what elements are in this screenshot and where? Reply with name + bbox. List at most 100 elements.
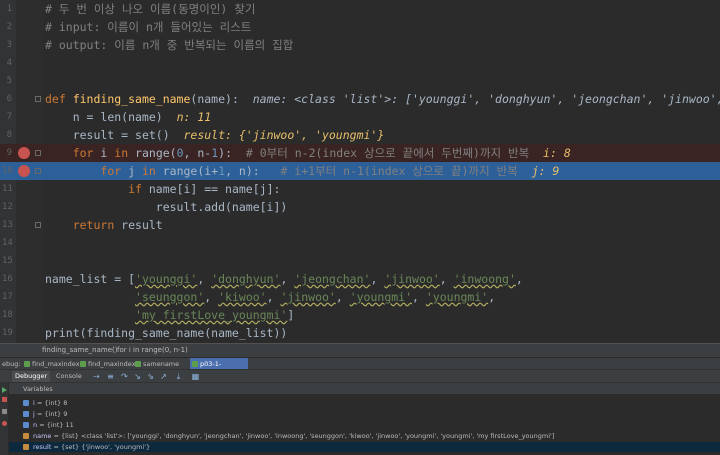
code-line[interactable]: 15 [0,252,720,270]
variable-row[interactable]: n = {int} 11 [9,420,720,430]
variable-row[interactable]: j = {int} 9 [9,409,720,419]
code-token: name[i] == name[j]: [148,182,281,196]
code-token: n = [45,110,101,124]
code-line[interactable]: 12 result.add(name[i]) [0,198,720,216]
code-token: ): [218,146,246,160]
fold-marker-icon[interactable] [35,96,41,102]
code-token: # i+1부터 n-1(index 상으로 끝)까지 반복 [280,164,532,178]
fold-marker-icon[interactable] [35,168,41,174]
line-number: 5 [6,76,12,86]
code-line[interactable]: 6 def finding_same_name(name): name: <cla… [0,90,720,108]
line-number: 9 [6,148,12,158]
step-over-icon[interactable]: ↷ [120,372,129,381]
code-text: n = len(name) n: 11 [45,108,212,126]
code-line[interactable]: 19 print(finding_same_name(name_list)) [0,324,720,342]
code-token: , n): [225,164,281,178]
variable-entry: name = {list} <class 'list'>: ['younggi'… [33,431,554,441]
code-token: , [370,272,385,286]
variable-icon [23,422,29,428]
evaluate-expression-icon[interactable]: ▦ [191,372,200,381]
stop-icon[interactable] [2,397,7,402]
code-line[interactable]: 14 [0,234,720,252]
variable-row[interactable]: name = {list} <class 'list'>: ['younggi'… [9,431,720,441]
code-line[interactable]: 11 if name[i] == name[j]: [0,180,720,198]
settings-icon[interactable] [2,409,7,414]
code-token: len(name) [100,110,177,124]
console-arrow-icon[interactable]: ⇢ [92,372,101,381]
code-token: name_list = [ [45,272,136,286]
code-line[interactable]: 9 for i in range(0, n-1): # 0부터 n-2(inde… [0,144,720,162]
code-text: for j in range(i+1, n): # i+1부터 n-1(inde… [45,162,559,180]
code-token: i [100,146,115,160]
line-number: 11 [2,184,13,194]
code-token: , [412,290,426,304]
code-token: , [335,290,350,304]
code-token: ] [287,308,295,322]
resume-icon[interactable] [2,387,7,393]
code-token: in [114,146,136,160]
view-breakpoints-icon[interactable] [2,421,7,426]
run-to-cursor-icon[interactable]: ⤓ [174,372,183,381]
code-token: j [128,164,142,178]
code-line[interactable]: 5 [0,72,720,90]
code-token: # 0부터 n-2(index 상으로 끝에서 두번째)까지 반복 [245,146,544,160]
variable-icon [23,400,29,406]
code-token: 0 [176,146,184,160]
tab-debugger[interactable]: Debugger [12,371,51,382]
code-token: result [121,218,163,232]
variables-header: Variables [9,382,720,394]
code-line[interactable]: 16 name_list = ['younggi', 'donghyun', 'j… [0,270,720,288]
show-execution-point-icon[interactable]: ≡ [106,372,115,381]
fold-marker-icon[interactable] [35,150,41,156]
code-line[interactable]: 3 # output: 이름 n개 중 반복되는 이름의 집합 [0,36,720,54]
code-token: result.add(name[i]) [45,200,288,214]
code-token: , [204,290,219,304]
step-into-icon[interactable]: ↘ [133,372,142,381]
code-line[interactable]: 7 n = len(name) n: 11 [0,108,720,126]
code-token: name: <class 'list'>: ['younggi', 'dongh… [252,92,720,106]
code-token: # 두 번 이상 나오 이름(동명이인) 찾기 [45,2,256,16]
variable-value: = {int} 8 [36,399,68,407]
code-token: 'seunggon' [135,290,205,304]
code-text: # 두 번 이상 나오 이름(동명이인) 찾기 [45,0,255,18]
code-token: , [266,290,281,304]
code-line[interactable]: 8 result = set() result: {'jinwoo', 'you… [0,126,720,144]
code-editor[interactable]: 1 # 두 번 이상 나오 이름(동명이인) 찾기 2 # input: 이름이 n개… [0,0,720,343]
breadcrumb-loop[interactable]: for i in range(0, n-1) [117,346,188,354]
breadcrumb-function[interactable]: finding_same_name() [42,346,118,354]
variable-entry: result = {set} {'jinwoo', 'youngmi'} [33,442,150,452]
code-token: return [72,218,122,232]
tab-console[interactable]: Console [53,371,85,382]
fold-marker-icon[interactable] [35,222,41,228]
variables-tree[interactable]: i = {int} 8j = {int} 9n = {int} 11 name =… [9,394,720,455]
variable-name: name [33,432,52,440]
code-token: , n- [183,146,212,160]
code-token: 'kiwoo' [218,290,267,304]
code-token: j: 9 [531,164,560,178]
code-line[interactable]: 2 # input: 이름이 n개 들어있는 리스트 [0,18,720,36]
line-number: 3 [6,40,12,50]
code-token: for [72,146,101,160]
code-line[interactable]: 17 'seunggon', 'kiwoo', 'jinwoo', 'young… [0,288,720,306]
step-into-my-code-icon[interactable]: ⇘ [146,372,155,381]
code-token: print(finding_same_name(name_list)) [45,326,288,340]
code-text: # output: 이름 n개 중 반복되는 이름의 집합 [45,36,293,54]
step-out-icon[interactable]: ↗ [159,372,168,381]
variable-row[interactable]: i = {int} 8 [9,398,720,408]
variable-name: j [33,410,35,418]
code-line[interactable]: 1 # 두 번 이상 나오 이름(동명이인) 찾기 [0,0,720,18]
code-line[interactable]: 13 return result [0,216,720,234]
code-token: 'youngmi' [425,290,489,304]
python-file-icon [24,361,30,367]
breakpoint-icon[interactable] [18,147,30,159]
code-token: , [439,272,454,286]
code-line[interactable]: 18 'my firstLove_youngmi'] [0,306,720,324]
variable-row[interactable]: result = {set} {'jinwoo', 'youngmi'} [9,442,720,452]
code-line[interactable]: 10 for j in range(i+1, n): # i+1부터 n-1(i… [0,162,720,180]
code-line[interactable]: 4 [0,54,720,72]
line-number: 8 [6,130,12,140]
breakpoint-icon[interactable] [18,165,30,177]
code-token: result = [45,128,136,142]
